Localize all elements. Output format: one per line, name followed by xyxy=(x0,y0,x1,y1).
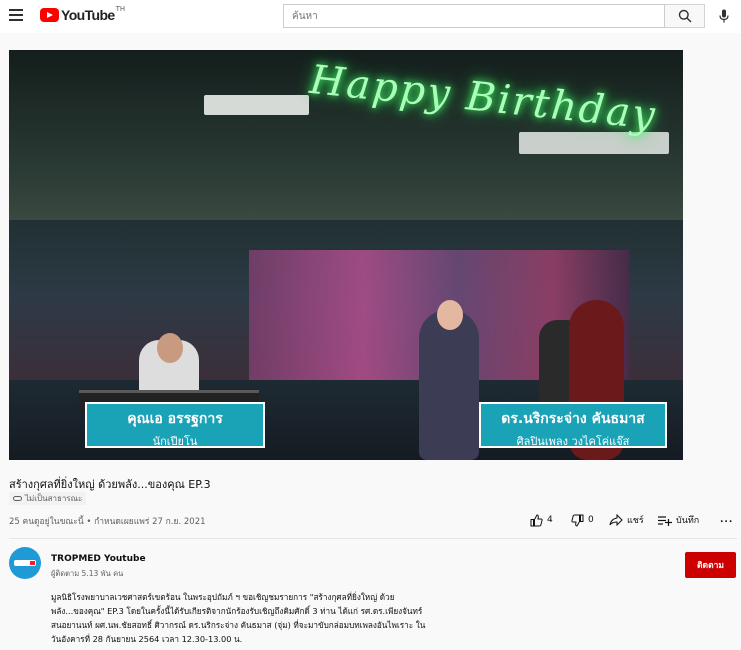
search-icon xyxy=(678,9,691,23)
dislike-button[interactable]: 0 xyxy=(571,512,594,528)
video-description: มูลนิธิโรงพยาบาลเวชศาสตร์เขตร้อน ในพระอุ… xyxy=(51,590,461,646)
like-button[interactable]: 4 xyxy=(530,512,553,528)
dislike-count: 0 xyxy=(588,515,594,525)
divider xyxy=(9,538,737,539)
channel-name[interactable]: TROPMED Youtube xyxy=(51,554,146,564)
caption-left-name: คุณเอ อรรฐการ xyxy=(127,411,223,427)
more-actions-button[interactable]: ... xyxy=(720,512,733,528)
search-button[interactable] xyxy=(665,4,705,28)
description-line: มูลนิธิโรงพยาบาลเวชศาสตร์เขตร้อน ในพระอุ… xyxy=(51,592,395,602)
channel-avatar[interactable] xyxy=(9,547,41,579)
more-icon: ... xyxy=(720,515,734,525)
caption-right-role: ศิลปินเพลง วงไคโค่แจ๊ส xyxy=(516,435,630,448)
video-title: สร้างกุศลที่ยิ่งใหญ่ ด้วยพลัง...ของคุณ E… xyxy=(9,478,211,491)
youtube-logo[interactable]: YouTube TH xyxy=(40,5,126,23)
caption-left-role: นักเปียโน xyxy=(152,435,198,448)
share-label: แชร์ xyxy=(627,516,644,526)
caption-right: ดร.นริกระจ่าง คันธมาส ศิลปินเพลง วงไคโค่… xyxy=(479,402,667,448)
playlist-add-icon xyxy=(658,515,672,526)
subscribe-button[interactable]: ติดตาม xyxy=(685,552,736,578)
share-button[interactable]: แชร์ xyxy=(609,512,644,528)
logo-country-code: TH xyxy=(115,5,126,13)
save-button[interactable]: บันทึก xyxy=(658,512,699,528)
subscriber-count: ผู้ติดตาม 5.13 พัน คน xyxy=(51,569,124,578)
menu-icon[interactable] xyxy=(9,9,23,21)
video-meta: 25 คนดูอยู่ในขณะนี้ • กำหนดเผยแพร่ 27 ก.… xyxy=(9,517,206,527)
video-player[interactable]: Happy Birthday คุณเอ อรรฐการ นักเปียโน ด… xyxy=(9,50,683,460)
caption-right-name: ดร.นริกระจ่าง คันธมาส xyxy=(501,411,645,427)
singer xyxy=(419,310,479,460)
play-logo-icon xyxy=(40,8,59,22)
like-count: 4 xyxy=(547,515,553,525)
singer-head xyxy=(437,300,463,330)
thumbs-down-icon xyxy=(571,514,584,527)
air-conditioner xyxy=(204,95,309,115)
voice-search-button[interactable] xyxy=(714,6,734,26)
description-line: สนอยานนท์ ผศ.นพ.ชัยสอทธิ์ ศิวากรณ์ ดร.นร… xyxy=(51,620,426,630)
visibility-label: ไม่เป็นสาธารณะ xyxy=(25,494,83,503)
thumbs-up-icon xyxy=(530,513,543,526)
channel-logo xyxy=(14,560,36,566)
description-line: วันอังคารที่ 28 กันยายน 2564 เวลา 12.30-… xyxy=(51,634,243,644)
save-label: บันทึก xyxy=(676,516,700,526)
link-icon xyxy=(13,496,22,501)
microphone-icon xyxy=(719,9,729,23)
description-line: พลัง...ของคุณ" EP.3 โดยในครั้งนี้ได้รับเ… xyxy=(51,606,423,616)
caption-left: คุณเอ อรรฐการ นักเปียโน xyxy=(85,402,265,448)
share-icon xyxy=(609,514,623,526)
visibility-badge: ไม่เป็นสาธารณะ xyxy=(9,492,87,505)
pianist-head xyxy=(157,333,183,363)
video-actions: 4 0 แชร์ บันทึก ... xyxy=(530,512,740,528)
search-input[interactable] xyxy=(283,4,665,28)
top-bar: YouTube TH xyxy=(0,0,741,33)
logo-text: YouTube xyxy=(61,7,115,23)
